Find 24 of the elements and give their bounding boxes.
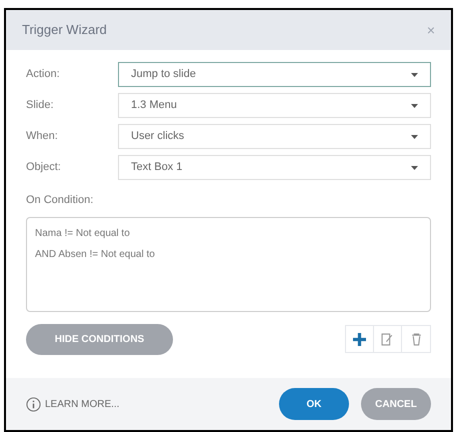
edit-icon [381,332,394,346]
plus-icon [353,332,366,346]
condition-line: AND Absen != Not equal to [35,248,156,262]
field-label: When: [26,129,59,144]
caret-icon [411,104,418,108]
dropdown[interactable]: User clicks [118,124,431,149]
caret-icon [411,166,418,170]
on-condition-label: On Condition: [26,193,94,208]
dropdown[interactable]: Jump to slide [118,62,431,87]
field-label: Slide: [26,98,55,114]
ok-button[interactable]: OK [279,388,349,420]
window-title: Trigger Wizard [22,21,107,40]
caret-icon [411,72,418,76]
learn-more-text: LEARN MORE... [45,398,120,412]
condition-line: Nama != Not equal to [35,226,131,240]
dropdown[interactable]: Text Box 1 [118,155,431,180]
learn-more-link[interactable]: LEARN MORE... [26,396,120,412]
info-icon [26,396,41,412]
trash-icon [410,332,422,346]
dropdown[interactable]: 1.3 Menu [118,93,431,118]
conditions-box[interactable]: Nama != Not equal to AND Absen != Not equal to [26,216,431,312]
caret-icon [411,134,418,138]
field-label: Object: [26,160,62,176]
field-label: Action: [26,67,61,82]
